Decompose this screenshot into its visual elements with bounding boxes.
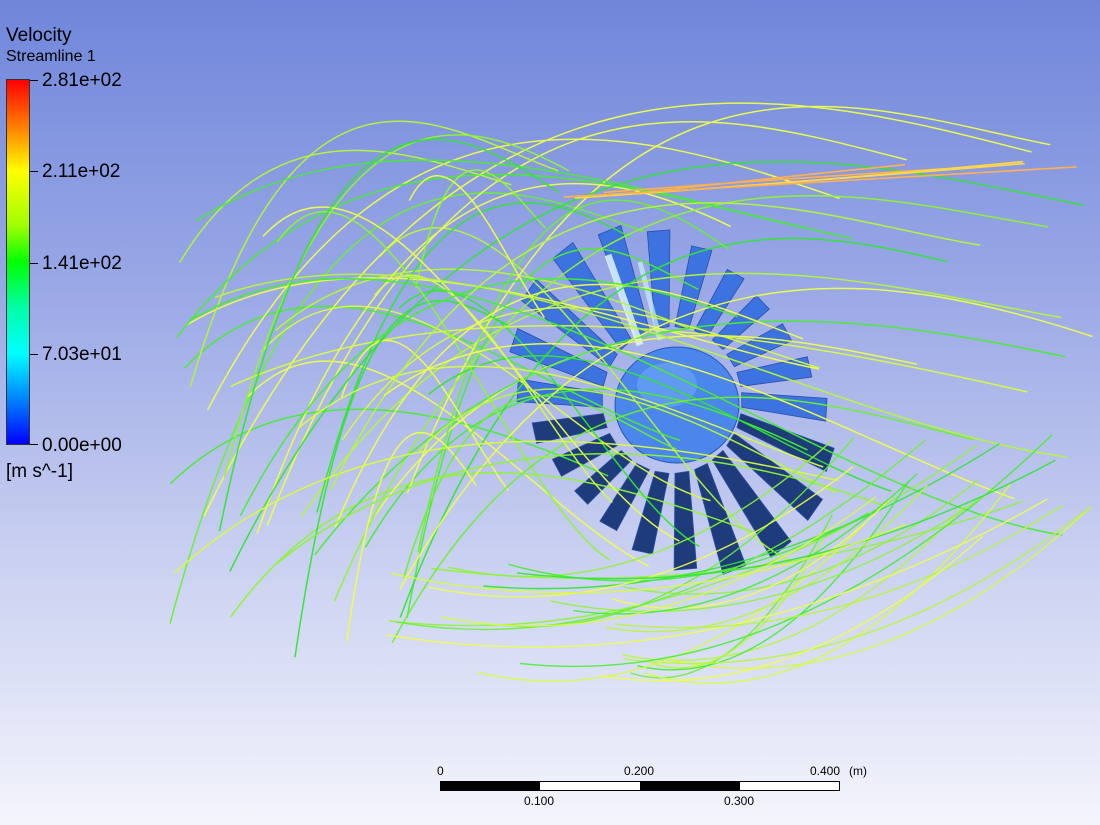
scale-label-0100: 0.100 <box>524 794 555 808</box>
legend-tick <box>30 354 38 355</box>
streamline <box>364 388 808 548</box>
scale-label-0: 0 <box>437 764 444 778</box>
scale-segment <box>640 782 740 790</box>
scale-label-0300: 0.300 <box>724 794 755 808</box>
turbine-blade <box>673 470 698 571</box>
scale-segment <box>740 782 839 790</box>
legend-subtitle: Streamline 1 <box>6 48 96 65</box>
legend-title: Velocity <box>6 25 72 46</box>
legend-tick <box>30 171 38 172</box>
legend-colorbar <box>6 79 30 445</box>
legend-tick-label: 2.81e+02 <box>42 70 122 91</box>
velocity-legend: Velocity Streamline 1 2.81e+02 2.11e+02 … <box>0 0 200 500</box>
legend-tick <box>30 80 38 81</box>
scale-segment <box>441 782 540 790</box>
streamline-high-velocity <box>563 166 1077 198</box>
scale-label-0200: 0.200 <box>624 764 655 778</box>
scale-label-0400: 0.400 <box>810 764 841 778</box>
legend-tick <box>30 263 38 264</box>
legend-units: [m s^-1] <box>6 461 73 482</box>
scale-segment <box>540 782 640 790</box>
streamline <box>622 506 964 662</box>
legend-tick-label: 7.03e+01 <box>42 344 122 365</box>
scale-bar: 0 0.200 0.400 (m) 0.100 0.300 <box>430 762 890 812</box>
scale-unit: (m) <box>849 764 867 778</box>
turbine-blade <box>736 356 813 387</box>
streamline <box>178 149 512 263</box>
legend-tick <box>30 444 38 445</box>
legend-tick-label: 0.00e+00 <box>42 435 122 456</box>
legend-tick-label: 2.11e+02 <box>42 161 121 182</box>
scale-bar-track <box>440 781 840 791</box>
legend-tick-label: 1.41e+02 <box>42 253 122 274</box>
